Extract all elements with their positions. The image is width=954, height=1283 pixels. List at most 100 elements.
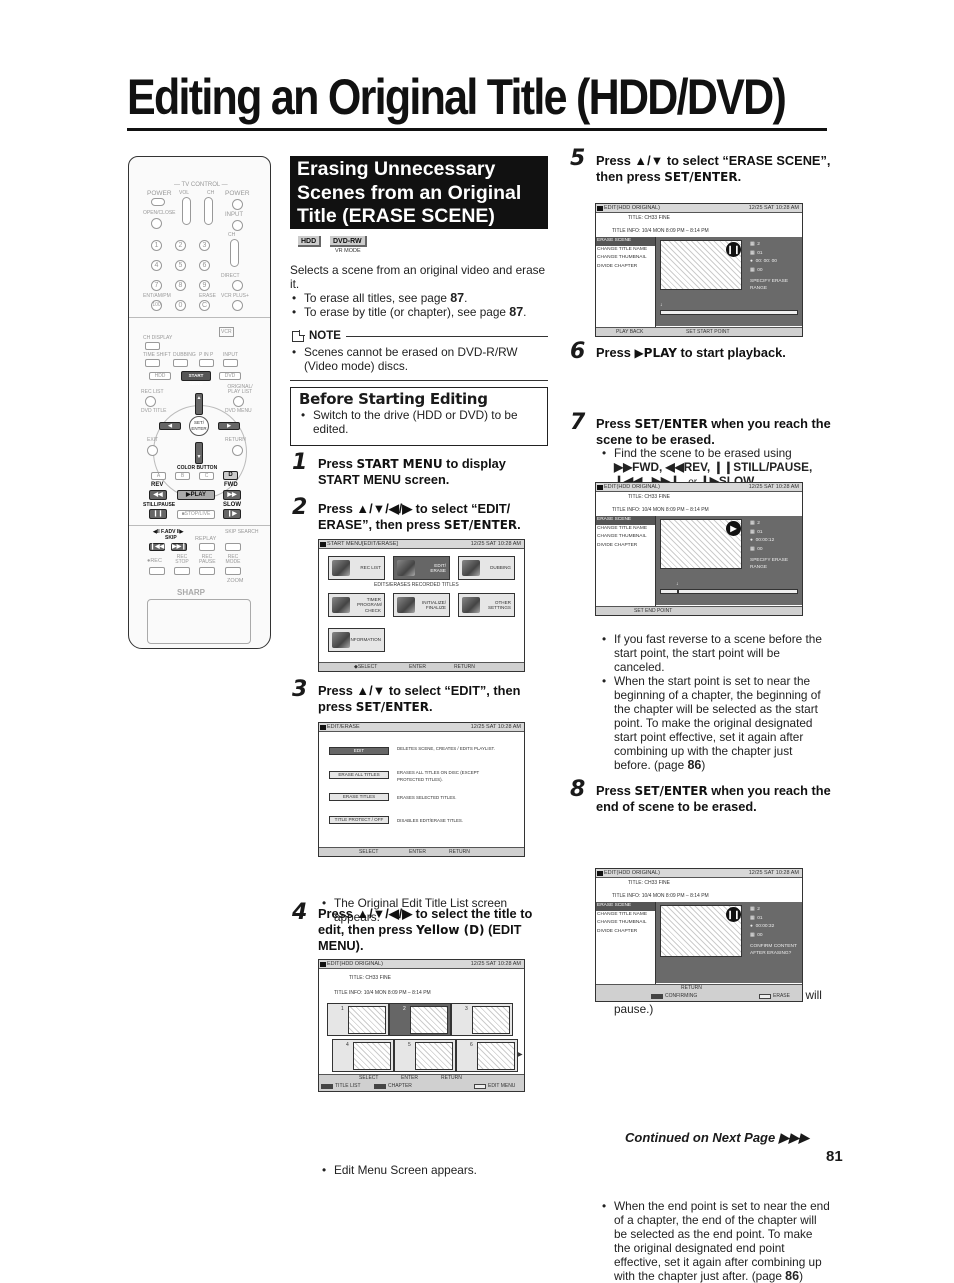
color-a-button: A — [151, 472, 166, 480]
page-title: Editing an Original Title (HDD/DVD) — [127, 69, 787, 125]
dubbing-icon — [462, 560, 480, 576]
step-7-bullets: If you fast reverse to a scene before th… — [600, 632, 832, 772]
title-number: 2 — [757, 521, 760, 526]
screen-header: START MENU[EDIT/ERASE] — [327, 541, 398, 547]
timer-icon — [332, 597, 350, 613]
title-number: 2 — [757, 242, 760, 247]
edit-menu-list: ERASE SCENE CHANGE TITLE NAME CHANGE THU… — [596, 237, 656, 328]
tile-rec-list: REC LIST — [328, 556, 385, 580]
menu-edit: EDIT — [329, 747, 389, 755]
tile-timer-program: TIMER PROGRAM/ CHECK — [328, 593, 385, 617]
digit-3: 3 — [199, 240, 210, 251]
remote-window — [147, 599, 251, 644]
edit-menu-list: ERASE SCENE CHANGE TITLE NAME CHANGE THU… — [596, 902, 656, 984]
rec-list-icon — [332, 560, 350, 576]
dvd-button: DVD — [219, 372, 241, 380]
rec-pause-button — [199, 567, 215, 575]
intro-text: Selects a scene from an original video a… — [290, 263, 546, 291]
screen-header: EDIT/ERASE — [327, 724, 360, 730]
digit-7: 7 — [151, 280, 162, 291]
still-pause-button: ❙❙ — [149, 509, 167, 519]
rec-stop-label: REC STOP — [175, 554, 189, 565]
bullet-start-point: When the start point is set to near the … — [600, 674, 832, 772]
screen-header: EDIT(HDD ORIGINAL) — [604, 205, 660, 211]
pause-icon: ❙❙ — [726, 242, 741, 257]
information-icon — [332, 632, 350, 648]
page-number: 81 — [826, 1148, 843, 1165]
left-arrow-button: ◀ — [159, 422, 181, 430]
power-label: POWER — [147, 190, 172, 197]
play-button: ▶PLAY — [177, 490, 215, 500]
menu-erase-titles: ERASE TITLES — [329, 793, 389, 801]
screen-footer: RETURN CONFIRMING ERASE — [596, 984, 802, 1001]
thumb-2: 2 — [389, 1003, 451, 1036]
note-header: NOTE — [292, 329, 548, 342]
title-info: TITLE INFO: 10/4 MON 8:09 PM – 8:14 PM — [334, 990, 431, 996]
fwd-label: FWD — [224, 482, 238, 488]
title-rule — [127, 128, 827, 131]
step-number: 8 — [570, 777, 586, 802]
ch-display-label: CH DISPLAY — [143, 335, 173, 341]
screen-header: EDIT(HDD ORIGINAL) — [327, 961, 383, 967]
dvd-title-label: DVD TITLE — [141, 408, 167, 414]
input-button — [232, 220, 243, 231]
thumb-3: 3 — [451, 1003, 513, 1036]
slow-button: ❙▶ — [223, 509, 241, 519]
ent-label: ENT/AM/PM — [143, 293, 171, 299]
original-play-list-button — [233, 396, 244, 407]
note-title: NOTE — [309, 330, 341, 342]
digit-2: 2 — [175, 240, 186, 251]
step-number: 4 — [292, 900, 308, 925]
time-shift-label: TIME SHIFT — [143, 352, 171, 358]
right-arrow-button: ▶ — [218, 422, 240, 430]
chapter-number: 01 — [757, 529, 763, 535]
start-menu-screen: START MENU[EDIT/ERASE] 12/25 SAT 10:28 AM… — [318, 539, 525, 672]
screen-datetime: 12/25 SAT 10:28 AM — [748, 484, 799, 490]
edit-panel: ❙❙ ▦ 2 ▦ 01 ● 00: 00: 00 ▦ 00 SPECIFY ER… — [656, 237, 802, 326]
rec-mode-button — [225, 567, 241, 575]
step-6-text: Press ▶PLAY to start playback. — [596, 345, 786, 360]
title-name: TITLE: CH33 FINE — [628, 215, 670, 221]
color-key-c-icon — [651, 994, 663, 999]
extra-readout: 00 — [757, 932, 763, 938]
skip-search-button — [225, 543, 241, 551]
ch-rocker — [204, 197, 213, 225]
thumb-5: 5 — [394, 1039, 456, 1072]
tile-initialize: INITIALIZE/ FINALIZE — [393, 593, 450, 617]
continued-arrows-icon: ▶▶▶ — [778, 1130, 809, 1145]
screen-header: EDIT(HDD ORIGINAL) — [604, 870, 660, 876]
vr-mode-label: VR MODE — [335, 248, 361, 254]
badge-dvd-rw: DVD-RW — [330, 236, 367, 247]
erase-label: ERASE — [199, 293, 216, 299]
ch2-rocker — [230, 239, 239, 267]
open-close-button — [151, 218, 162, 229]
before-text: Switch to the drive (HDD or DVD) to be e… — [299, 408, 539, 436]
vcrplus-label: VCR PLUS+ — [221, 293, 249, 299]
replay-button — [199, 543, 215, 551]
page-ref: 87 — [509, 305, 524, 319]
remote-control-illustration: — TV CONTROL — POWER VOL CH POWER OPEN/C… — [128, 156, 271, 649]
screen-footer: PLAY BACK SET START POINT — [596, 327, 802, 336]
rev-button: ◀◀ — [149, 490, 167, 500]
menu-title-protect: TITLE PROTECT / OFF — [329, 816, 389, 824]
title-name: TITLE: CH33 FINE — [628, 880, 670, 886]
edit-erase-screen: EDIT/ERASE 12/25 SAT 10:28 AM EDIT DELETE… — [318, 722, 525, 857]
extra-readout: 00 — [757, 546, 763, 552]
digit-8: 8 — [175, 280, 186, 291]
replay-label: REPLAY — [195, 536, 217, 542]
step-number: 5 — [570, 146, 586, 171]
extra-readout: 00 — [757, 267, 763, 273]
tile-caption: EDITS/ERASES RECORDED TITLES — [374, 582, 459, 588]
input2-button — [223, 359, 238, 367]
tile-other-settings: OTHER SETTINGS — [458, 593, 515, 617]
color-c-button: C — [199, 472, 214, 480]
digit-0: 0 — [175, 300, 186, 311]
return-button — [232, 445, 243, 456]
position-marker-icon: ↓ — [676, 581, 679, 587]
digit-5: 5 — [175, 260, 186, 271]
input2-label: INPUT — [223, 352, 238, 358]
continued-note: Continued on Next Page ▶▶▶ — [625, 1130, 809, 1145]
pinp-label: P IN P — [199, 352, 214, 358]
bullet-fast-reverse: If you fast reverse to a scene before th… — [600, 632, 832, 674]
up-arrow-button: ▲ — [195, 393, 203, 415]
